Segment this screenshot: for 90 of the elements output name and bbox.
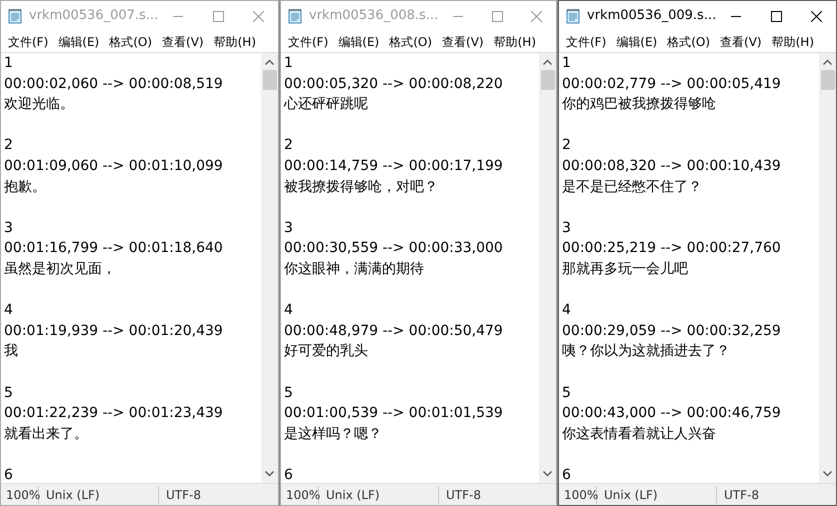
maximize-icon bbox=[770, 10, 782, 22]
encoding: UTF-8 bbox=[165, 486, 202, 504]
subtitle-timecode: 00:01:00,539 --> 00:01:01,539 bbox=[284, 404, 503, 424]
scrollbar[interactable] bbox=[539, 53, 556, 483]
notepad-icon bbox=[287, 8, 303, 24]
menu-item[interactable]: 格式(O) bbox=[104, 32, 158, 50]
line-ending: Unix (LF) bbox=[597, 486, 717, 504]
subtitle-number: 4 bbox=[4, 301, 13, 320]
subtitle-number: 1 bbox=[562, 54, 571, 73]
line-ending: Unix (LF) bbox=[319, 486, 439, 504]
scrollbar[interactable] bbox=[819, 53, 836, 483]
subtitle-number: 2 bbox=[4, 136, 13, 156]
menu-item[interactable]: 查看(V) bbox=[437, 32, 489, 50]
scrollbar[interactable] bbox=[261, 53, 278, 483]
close-icon bbox=[530, 10, 542, 22]
subtitle-text: 我 bbox=[4, 342, 18, 362]
menu-item[interactable]: 查看(V) bbox=[715, 32, 767, 50]
subtitle-timecode: 00:00:02,060 --> 00:00:08,519 bbox=[4, 74, 223, 94]
subtitle-timecode: 00:00:25,219 --> 00:00:27,760 bbox=[562, 239, 781, 258]
subtitle-text: 是不是已经憋不住了？ bbox=[562, 178, 702, 197]
subtitle-timecode: 00:01:19,939 --> 00:01:20,439 bbox=[4, 322, 223, 341]
subtitle-number: 2 bbox=[284, 136, 293, 156]
subtitle-text: 心还砰砰跳呢 bbox=[284, 95, 368, 114]
notepad-icon bbox=[565, 8, 581, 24]
subtitle-text: 抱歉。 bbox=[4, 178, 46, 197]
encoding: UTF-8 bbox=[723, 486, 760, 504]
menu-item[interactable]: 帮助(H) bbox=[766, 32, 819, 50]
menu-item[interactable]: 文件(F) bbox=[561, 32, 612, 50]
subtitle-number: 1 bbox=[284, 54, 293, 73]
subtitle-number: 5 bbox=[4, 384, 13, 402]
subtitle-timecode: 00:00:48,979 --> 00:00:50,479 bbox=[284, 322, 503, 341]
menu-item[interactable]: 文件(F) bbox=[3, 32, 54, 50]
subtitle-timecode: 00:00:30,559 --> 00:00:33,000 bbox=[284, 239, 503, 258]
subtitle-number: 5 bbox=[284, 384, 293, 402]
menu-item[interactable]: 编辑(E) bbox=[611, 32, 662, 50]
zoom-level: 100% bbox=[281, 486, 319, 504]
scrollbar-thumb[interactable] bbox=[820, 70, 834, 90]
subtitle-timecode: 00:00:05,320 --> 00:00:08,220 bbox=[284, 74, 503, 94]
subtitle-timecode: 00:00:14,759 --> 00:00:17,199 bbox=[284, 156, 503, 176]
subtitle-text: 你这表情看着就让人兴奋 bbox=[562, 424, 716, 444]
subtitle-timecode: 00:00:43,000 --> 00:00:46,759 bbox=[562, 404, 781, 424]
menu-item[interactable]: 文件(F) bbox=[283, 32, 334, 50]
menu-item[interactable]: 编辑(E) bbox=[53, 32, 104, 50]
subtitle-timecode: 00:00:29,059 --> 00:00:32,259 bbox=[562, 322, 781, 341]
notepad-icon bbox=[7, 8, 23, 24]
window-title: vrkm00536_009.s... bbox=[587, 7, 716, 26]
window-title: vrkm00536_007.s... bbox=[29, 7, 158, 26]
menu-item[interactable]: 格式(O) bbox=[662, 32, 716, 50]
subtitle-text: 是这样吗？嗯？ bbox=[284, 424, 382, 444]
subtitle-text: 欢迎光临。 bbox=[4, 95, 74, 114]
subtitle-timecode: 00:00:08,320 --> 00:00:10,439 bbox=[562, 156, 781, 176]
menu-item[interactable]: 查看(V) bbox=[157, 32, 209, 50]
subtitle-timecode: 00:01:09,060 --> 00:01:10,099 bbox=[4, 156, 223, 176]
window-title: vrkm00536_008.s... bbox=[309, 7, 438, 26]
scrollbar-thumb[interactable] bbox=[262, 70, 276, 90]
subtitle-number: 6 bbox=[4, 466, 13, 483]
menu-item[interactable]: 编辑(E) bbox=[333, 32, 384, 50]
subtitle-number: 6 bbox=[562, 466, 571, 483]
subtitle-timecode: 00:00:02,779 --> 00:00:05,419 bbox=[562, 74, 781, 94]
subtitle-number: 3 bbox=[562, 218, 571, 238]
close-icon bbox=[810, 10, 822, 22]
subtitle-number: 6 bbox=[284, 466, 293, 483]
close-icon bbox=[252, 10, 264, 22]
encoding: UTF-8 bbox=[445, 486, 482, 504]
subtitle-text: 好可爱的乳头 bbox=[284, 342, 368, 362]
zoom-level: 100% bbox=[559, 486, 597, 504]
maximize-icon bbox=[212, 10, 224, 22]
menu-item[interactable]: 格式(O) bbox=[384, 32, 438, 50]
subtitle-number: 4 bbox=[284, 301, 293, 320]
menu-item[interactable]: 帮助(H) bbox=[488, 32, 541, 50]
subtitle-number: 1 bbox=[4, 54, 13, 73]
subtitle-timecode: 00:01:16,799 --> 00:01:18,640 bbox=[4, 239, 223, 258]
subtitle-text: 那就再多玩一会儿吧 bbox=[562, 260, 688, 279]
subtitle-text: 就看出来了。 bbox=[4, 424, 88, 444]
subtitle-number: 4 bbox=[562, 301, 571, 320]
menu-item[interactable]: 帮助(H) bbox=[208, 32, 261, 50]
zoom-level: 100% bbox=[1, 486, 39, 504]
subtitle-number: 3 bbox=[284, 218, 293, 238]
subtitle-text: 你这眼神，满满的期待 bbox=[284, 260, 424, 279]
subtitle-number: 2 bbox=[562, 136, 571, 156]
line-ending: Unix (LF) bbox=[39, 486, 159, 504]
subtitle-number: 3 bbox=[4, 218, 13, 238]
subtitle-text: 虽然是初次见面， bbox=[4, 260, 116, 279]
subtitle-number: 5 bbox=[562, 384, 571, 402]
scrollbar-thumb[interactable] bbox=[540, 70, 554, 90]
subtitle-text: 咦？你以为这就插进去了？ bbox=[562, 342, 730, 362]
subtitle-text: 被我撩拨得够呛，对吧？ bbox=[284, 178, 438, 197]
subtitle-timecode: 00:01:22,239 --> 00:01:23,439 bbox=[4, 404, 223, 424]
maximize-icon bbox=[492, 10, 503, 22]
subtitle-text: 你的鸡巴被我撩拨得够呛 bbox=[562, 95, 716, 114]
